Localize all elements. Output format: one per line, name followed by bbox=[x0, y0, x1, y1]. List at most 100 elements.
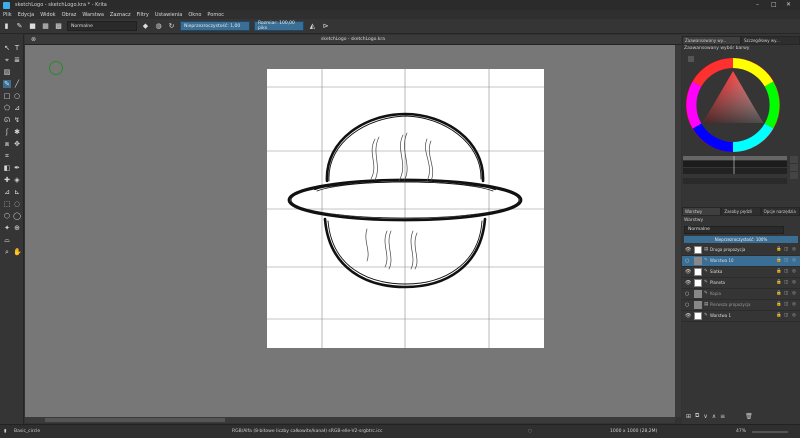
ellipse-select-tool-icon[interactable]: ◌ bbox=[13, 200, 21, 208]
tab-specific-color-selector[interactable]: Szczegółowy wy... bbox=[741, 36, 800, 45]
layer-row[interactable]: ○ ✎ Warstwa 10 🔒 ◫ ◎ bbox=[682, 256, 800, 267]
lock-icon[interactable]: 🔒 bbox=[776, 258, 782, 263]
gradient-icon[interactable]: ▦ bbox=[41, 22, 50, 31]
layer-row[interactable]: ○ ✎ Kopia 🔒 ◫ ◎ bbox=[682, 289, 800, 300]
pan-tool-icon[interactable]: ✋ bbox=[13, 248, 22, 256]
alpha-lock-icon[interactable]: ◫ bbox=[784, 258, 788, 263]
menu-window[interactable]: Okno bbox=[188, 12, 201, 18]
dynamic-brush-tool-icon[interactable]: ʃ bbox=[3, 128, 11, 136]
add-layer-icon[interactable]: ⊞ bbox=[686, 413, 691, 420]
outline-select-tool-icon[interactable]: ◯ bbox=[13, 212, 21, 220]
close-window-button[interactable]: ✕ bbox=[786, 1, 791, 8]
similar-select-tool-icon[interactable]: ⊕ bbox=[13, 224, 21, 232]
visibility-eye-icon[interactable]: ○ bbox=[685, 291, 689, 297]
menu-view[interactable]: Widok bbox=[40, 12, 55, 18]
inherit-alpha-icon[interactable]: ◎ bbox=[792, 269, 796, 274]
color-swatch-icon[interactable]: ■ bbox=[28, 22, 37, 31]
inherit-alpha-icon[interactable]: ◎ bbox=[792, 258, 796, 263]
menu-edit[interactable]: Edycja bbox=[18, 12, 35, 18]
menu-settings[interactable]: Ustawienia bbox=[155, 12, 182, 18]
move-tool-icon[interactable]: ✥ bbox=[13, 140, 21, 148]
lock-icon[interactable]: 🔒 bbox=[776, 291, 782, 296]
visibility-eye-icon[interactable]: 👁 bbox=[685, 280, 691, 286]
multibrush-tool-icon[interactable]: ✱ bbox=[13, 128, 21, 136]
delete-layer-icon[interactable]: 🗑 bbox=[745, 413, 753, 420]
select-shapes-tool-icon[interactable]: ↖ bbox=[3, 44, 11, 52]
move-layer-down-icon[interactable]: ∨ bbox=[703, 413, 707, 420]
alpha-lock-icon[interactable]: ◫ bbox=[784, 302, 788, 307]
layer-name[interactable]: Kopia bbox=[710, 291, 721, 296]
document-tab-title[interactable]: sketchLogo - sketchLogo.kra bbox=[25, 37, 681, 42]
layer-name[interactable]: Siatka bbox=[710, 269, 722, 274]
calligraphy-tool-icon[interactable]: ≣ bbox=[13, 56, 21, 64]
inherit-alpha-icon[interactable]: ◎ bbox=[792, 247, 796, 252]
canvas-viewport[interactable] bbox=[25, 45, 675, 417]
bezier-tool-icon[interactable]: ᘏ bbox=[3, 116, 11, 124]
new-document-icon[interactable]: ▮ bbox=[2, 22, 11, 31]
smart-patch-tool-icon[interactable]: ✚ bbox=[3, 176, 11, 184]
gradient-fill-tool-icon[interactable]: ◧ bbox=[3, 164, 11, 172]
vertical-scrollbar[interactable] bbox=[675, 45, 681, 417]
mirror-vertical-icon[interactable]: ⊳ bbox=[321, 22, 330, 31]
maximize-button[interactable]: □ bbox=[771, 1, 777, 8]
rectangle-tool-icon[interactable]: □ bbox=[3, 92, 11, 100]
visibility-eye-icon[interactable]: ○ bbox=[685, 302, 689, 308]
freehand-brush-tool-icon[interactable]: ✎ bbox=[3, 80, 11, 88]
layer-row[interactable]: 👁 ✎ Warstwa 1 🔒 ◫ ◎ bbox=[682, 311, 800, 322]
tab-brush-presets[interactable]: Zasoby pędzli bbox=[721, 207, 761, 216]
reload-preset-icon[interactable]: ↻ bbox=[167, 22, 176, 31]
zoom-slider[interactable] bbox=[752, 431, 788, 433]
polyline-tool-icon[interactable]: ⊿ bbox=[13, 104, 21, 112]
blend-mode-select[interactable]: Normalne bbox=[67, 21, 137, 31]
layer-name[interactable]: Druga propozycja bbox=[710, 247, 745, 252]
inherit-alpha-icon[interactable]: ◎ bbox=[792, 280, 796, 285]
ellipse-tool-icon[interactable]: ○ bbox=[13, 92, 21, 100]
transform-tool-icon[interactable]: ⧈ bbox=[3, 140, 11, 148]
alpha-lock-icon[interactable]: ◫ bbox=[784, 247, 788, 252]
layer-name[interactable]: Planeta bbox=[710, 280, 725, 285]
assistant-tool-icon[interactable]: ⊿ bbox=[3, 188, 11, 196]
crop-tool-icon[interactable]: ⌗ bbox=[3, 152, 11, 160]
move-layer-up-icon[interactable]: ∧ bbox=[712, 413, 716, 420]
visibility-eye-icon[interactable]: 👁 bbox=[685, 313, 691, 319]
minimize-button[interactable]: – bbox=[756, 1, 759, 8]
pattern-icon[interactable]: ▩ bbox=[54, 22, 63, 31]
visibility-eye-icon[interactable]: ○ bbox=[685, 258, 689, 264]
inherit-alpha-icon[interactable]: ◎ bbox=[792, 302, 796, 307]
alpha-lock-icon[interactable]: ◫ bbox=[784, 280, 788, 285]
menu-layer[interactable]: Warstwa bbox=[82, 12, 103, 18]
gradient-tool-icon[interactable]: ▨ bbox=[3, 68, 11, 76]
freehand-path-tool-icon[interactable]: ↯ bbox=[13, 116, 21, 124]
menu-filter[interactable]: Filtry bbox=[137, 12, 149, 18]
tab-layers[interactable]: Warstwy bbox=[682, 207, 722, 216]
visibility-eye-icon[interactable]: 👁 bbox=[685, 269, 691, 275]
menu-select[interactable]: Zaznacz bbox=[110, 12, 131, 18]
opacity-slider[interactable]: Nieprzezroczystość: 1,00 bbox=[180, 21, 250, 31]
layer-name[interactable]: Warstwa 1 bbox=[710, 313, 731, 318]
canvas-page[interactable] bbox=[267, 69, 544, 348]
measure-tool-icon[interactable]: ⊾ bbox=[13, 188, 21, 196]
menu-file[interactable]: Plik bbox=[3, 12, 12, 18]
eraser-toggle-icon[interactable]: ◆ bbox=[141, 22, 150, 31]
horizontal-scrollbar-thumb[interactable] bbox=[45, 418, 225, 422]
fill-tool-icon[interactable]: ◈ bbox=[13, 176, 21, 184]
lock-icon[interactable]: 🔒 bbox=[776, 269, 782, 274]
polygon-tool-icon[interactable]: ⬠ bbox=[3, 104, 11, 112]
layer-blend-mode-select[interactable]: Normalne bbox=[684, 226, 784, 234]
layer-properties-icon[interactable]: ≡ bbox=[720, 413, 725, 420]
menu-image[interactable]: Obraz bbox=[62, 12, 77, 18]
layer-name[interactable]: Pierwsza propozycja bbox=[710, 302, 750, 307]
layer-row[interactable]: 👁 ✎ Planeta 🔒 ◫ ◎ bbox=[682, 278, 800, 289]
alpha-lock-icon[interactable]: ◫ bbox=[784, 269, 788, 274]
inherit-alpha-icon[interactable]: ◎ bbox=[792, 291, 796, 296]
zoom-tool-icon[interactable]: ⌕ bbox=[3, 248, 11, 256]
tab-advanced-color-selector[interactable]: Zaawansowany wy... bbox=[682, 36, 741, 45]
mirror-horizontal-icon[interactable]: ◭ bbox=[308, 22, 317, 31]
layer-row[interactable]: 👁 ✎ Siatka 🔒 ◫ ◎ bbox=[682, 267, 800, 278]
lock-icon[interactable]: 🔒 bbox=[776, 313, 782, 318]
layer-row[interactable]: 👁 ▤ Druga propozycja 🔒 ◫ ◎ bbox=[682, 245, 800, 256]
text-tool-icon[interactable]: T bbox=[13, 44, 21, 52]
alpha-lock-icon[interactable]: ◫ bbox=[784, 291, 788, 296]
line-tool-icon[interactable]: ╱ bbox=[13, 80, 21, 88]
status-zoom[interactable]: 47% bbox=[736, 429, 746, 434]
